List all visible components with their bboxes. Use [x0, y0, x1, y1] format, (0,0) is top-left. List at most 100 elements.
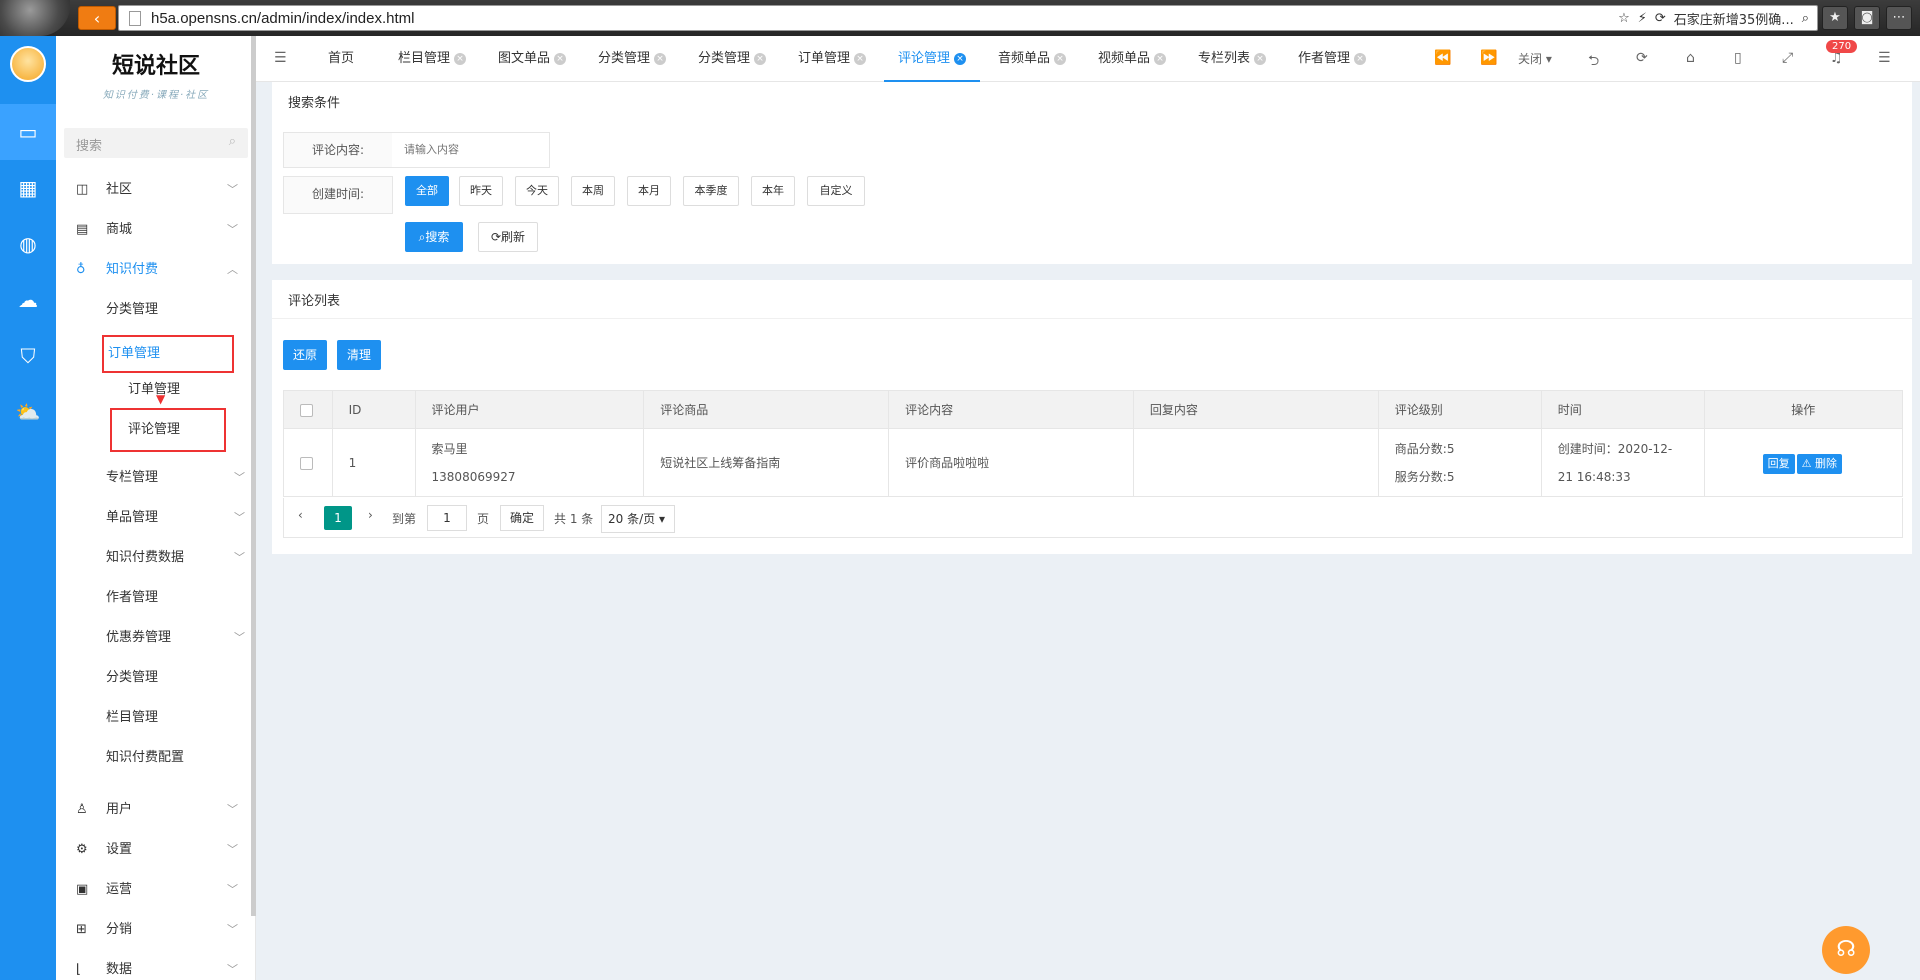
row-checkbox[interactable] [300, 456, 313, 470]
submenu-single[interactable]: 单品管理 ﹀ [106, 498, 256, 538]
shield-icon[interactable]: ⛉ [0, 328, 56, 384]
close-icon[interactable]: × [1154, 52, 1167, 65]
clear-button[interactable]: 清理 [337, 340, 381, 370]
close-icon[interactable]: × [454, 52, 467, 65]
submenu-data[interactable]: 知识付费数据 ﹀ [106, 538, 256, 578]
url-text[interactable]: h5a.opensns.cn/admin/index/index.html [151, 10, 415, 27]
close-icon[interactable]: × [754, 52, 767, 65]
per-page-value: 20 条/页 [608, 512, 656, 526]
menu-shop[interactable]: ▤ 商城 ﹀ [56, 210, 256, 250]
tab-audio[interactable]: 音频单品 × [992, 36, 1072, 82]
sidebar-search[interactable]: 搜索 ⌕ [64, 128, 248, 158]
close-icon[interactable]: × [654, 52, 667, 65]
delete-button[interactable]: ⚠ 删除 [1796, 453, 1842, 474]
menu-fold-icon[interactable]: ☰ [274, 50, 287, 66]
chip-today[interactable]: 今天 [515, 176, 559, 206]
menu-settings[interactable]: ⚙ 设置 ﹀ [56, 830, 256, 870]
address-bar[interactable]: h5a.opensns.cn/admin/index/index.html ☆ … [118, 5, 1818, 31]
mobile-icon[interactable]: ▯ [1734, 50, 1742, 66]
tab-category[interactable]: 分类管理 × [592, 36, 672, 82]
chip-custom[interactable]: 自定义 [807, 176, 865, 206]
tab-column-list[interactable]: 专栏列表 × [1192, 36, 1272, 82]
tab-author[interactable]: 作者管理 × [1292, 36, 1372, 82]
chevron-down-icon: ﹀ [227, 803, 238, 816]
sidebar-scrollbar[interactable] [251, 36, 256, 916]
refresh-icon[interactable]: ⟳ [1636, 50, 1648, 66]
gamepad-icon[interactable]: ◙ [1854, 6, 1880, 30]
submenu-coupon[interactable]: 优惠券管理 ﹀ [106, 618, 256, 658]
menu-community[interactable]: ◫ 社区 ﹀ [56, 170, 256, 210]
comment-content-input[interactable] [392, 132, 550, 168]
search-icon[interactable]: ⌕ [1802, 11, 1809, 26]
chip-quarter[interactable]: 本季度 [683, 176, 739, 206]
close-icon[interactable]: × [1254, 52, 1267, 65]
close-icon[interactable]: × [854, 52, 867, 65]
chip-week[interactable]: 本周 [571, 176, 615, 206]
reload-icon[interactable]: ⟳ [1655, 11, 1666, 26]
tab-home[interactable]: 首页 [322, 36, 360, 82]
cloud-upload-icon[interactable]: ⛅ [0, 384, 56, 440]
submenu-column[interactable]: 专栏管理 ﹀ [106, 458, 256, 498]
search-button[interactable]: ⌕搜索 [405, 222, 463, 252]
favorites-icon[interactable]: ★ [1822, 6, 1848, 30]
submenu-order[interactable]: 订单管理 [102, 335, 234, 373]
delete-button-label: 删除 [1814, 456, 1837, 470]
more-icon[interactable]: ⋯ [1886, 6, 1912, 30]
chip-month[interactable]: 本月 [627, 176, 671, 206]
cloud-icon[interactable]: ☁ [0, 272, 56, 328]
fullscreen-icon[interactable]: ⤢ [1782, 50, 1793, 66]
goto-confirm-button[interactable]: 确定 [500, 505, 544, 531]
tab-video[interactable]: 视频单品 × [1092, 36, 1172, 82]
scroll-left-icon[interactable]: ⏪ [1434, 50, 1451, 66]
search-engine-hint[interactable]: 石家庄新增35例确... [1674, 9, 1794, 28]
menu-data[interactable]: ⌊ 数据 ﹀ [56, 950, 256, 980]
submenu-comment[interactable]: 评论管理 [110, 408, 226, 452]
chip-all[interactable]: 全部 [405, 176, 449, 206]
chevron-down-icon: ﹀ [234, 511, 245, 524]
page-number-input[interactable]: 1 [427, 505, 467, 531]
chip-year[interactable]: 本年 [751, 176, 795, 206]
menu-operation[interactable]: ▣ 运营 ﹀ [56, 870, 256, 910]
reply-button[interactable]: 回复 [1762, 453, 1795, 474]
hamburger-icon[interactable]: ☰ [1878, 50, 1891, 66]
menu-user[interactable]: ♙ 用户 ﹀ [56, 790, 256, 830]
close-icon[interactable]: × [954, 52, 967, 65]
tab-column[interactable]: 栏目管理 × [392, 36, 472, 82]
close-icon[interactable]: × [1354, 52, 1367, 65]
chart-icon: ⌊ [76, 962, 82, 977]
per-page-select[interactable]: 20 条/页 ▾ [601, 505, 675, 533]
submenu-column-2[interactable]: 栏目管理 [106, 698, 256, 738]
back-button[interactable]: ‹ [78, 6, 116, 30]
home-icon[interactable]: ⌂ [1686, 50, 1695, 66]
close-icon[interactable]: × [1054, 52, 1067, 65]
star-icon[interactable]: ☆ [1618, 11, 1630, 26]
tab-category-2[interactable]: 分类管理 × [692, 36, 772, 82]
grid-icon[interactable]: ▦ [0, 160, 56, 216]
monitor-icon[interactable]: ▭ [0, 104, 56, 160]
refresh-button[interactable]: ⟳刷新 [478, 222, 538, 252]
scroll-right-icon[interactable]: ⏩ [1480, 50, 1497, 66]
submenu-order-child[interactable]: 订单管理 [128, 370, 256, 410]
menu-distribution[interactable]: ⊞ 分销 ﹀ [56, 910, 256, 950]
tab-order[interactable]: 订单管理 × [792, 36, 872, 82]
globe-icon[interactable]: ◍ [0, 216, 56, 272]
chip-yesterday[interactable]: 昨天 [459, 176, 503, 206]
prev-page-icon[interactable]: ‹ [298, 508, 303, 522]
close-tabs-dropdown[interactable]: 关闭 ▾ [1518, 50, 1552, 67]
return-icon[interactable]: ⮌ [1588, 50, 1599, 74]
page-current[interactable]: 1 [324, 506, 352, 530]
restore-button[interactable]: 还原 [283, 340, 327, 370]
select-all-checkbox[interactable] [300, 403, 313, 417]
customer-service-icon[interactable]: ☊ [1822, 926, 1870, 974]
menu-knowledge-pay[interactable]: ♁ 知识付费 ︿ [56, 250, 256, 290]
submenu-author[interactable]: 作者管理 [106, 578, 256, 618]
submenu-category-2[interactable]: 分类管理 [106, 658, 256, 698]
close-icon[interactable]: × [554, 52, 567, 65]
tab-comment[interactable]: 评论管理 × [884, 36, 981, 82]
submenu-category[interactable]: 分类管理 [106, 290, 256, 330]
tab-article[interactable]: 图文单品 × [492, 36, 572, 82]
submenu-config[interactable]: 知识付费配置 [106, 738, 256, 778]
lightning-icon[interactable]: ⚡ [1638, 11, 1647, 26]
avatar[interactable] [10, 46, 46, 82]
next-page-icon[interactable]: › [368, 508, 373, 522]
